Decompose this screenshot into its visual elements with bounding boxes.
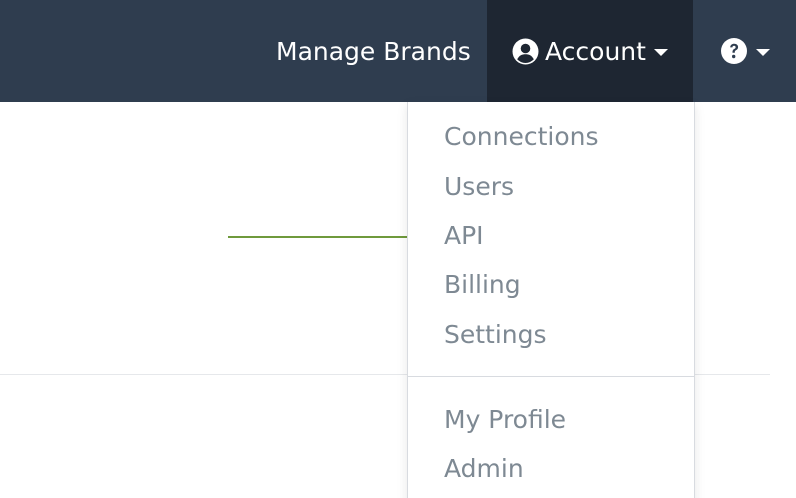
question-circle-icon (720, 37, 748, 65)
account-label: Account (545, 36, 646, 66)
menu-divider (408, 376, 694, 377)
help-menu-toggle[interactable] (720, 0, 772, 102)
chevron-down-icon (756, 49, 770, 56)
annotation-arrow-line (228, 236, 424, 238)
account-menu-toggle[interactable]: Account (487, 0, 693, 102)
menu-item-users[interactable]: Users (444, 172, 514, 202)
account-dropdown-menu: Connections Users API Billing Settings M… (407, 102, 695, 498)
manage-brands-link[interactable]: Manage Brands (276, 0, 471, 102)
page: Manage Brands Account Connections Users … (0, 0, 796, 498)
menu-item-admin[interactable]: Admin (444, 454, 524, 484)
menu-item-api[interactable]: API (444, 221, 484, 251)
menu-item-my-profile[interactable]: My Profile (444, 405, 566, 435)
menu-item-billing[interactable]: Billing (444, 270, 521, 300)
top-navbar: Manage Brands Account (0, 0, 796, 102)
chevron-down-icon (653, 49, 668, 56)
user-circle-icon (512, 38, 539, 65)
menu-item-connections[interactable]: Connections (444, 122, 598, 152)
menu-item-settings[interactable]: Settings (444, 320, 547, 350)
manage-brands-label: Manage Brands (276, 36, 471, 66)
